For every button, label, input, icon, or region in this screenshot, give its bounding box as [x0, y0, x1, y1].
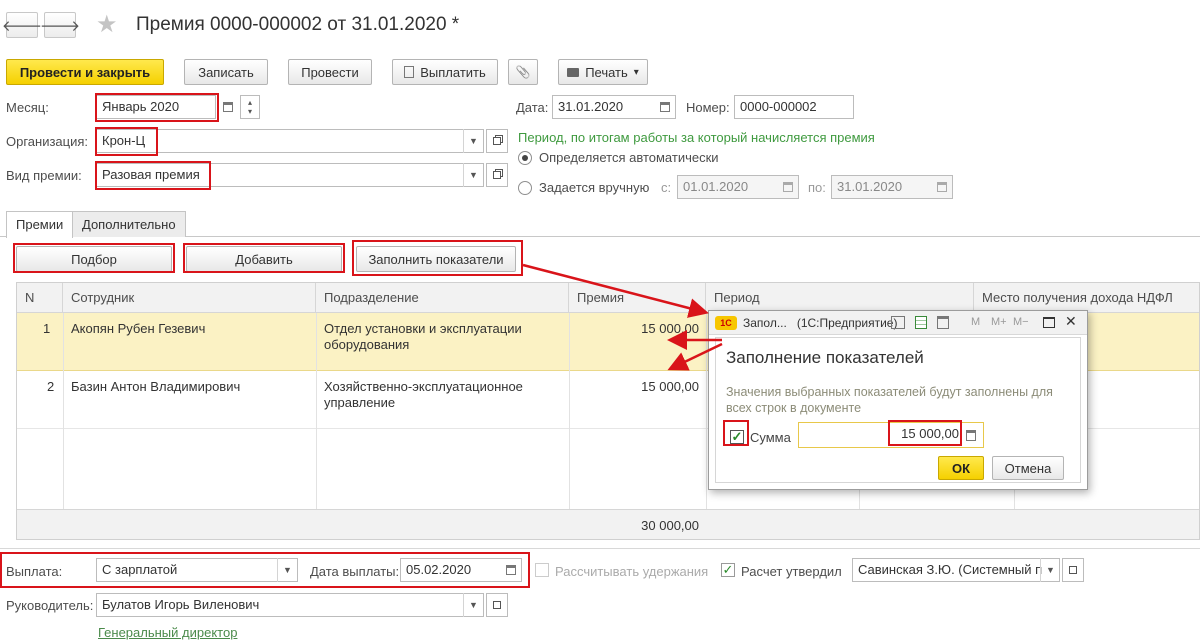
annotation-arrows: [522, 263, 723, 371]
arrow-to-dialog: [522, 263, 709, 318]
arrow-to-row2: [667, 342, 723, 371]
